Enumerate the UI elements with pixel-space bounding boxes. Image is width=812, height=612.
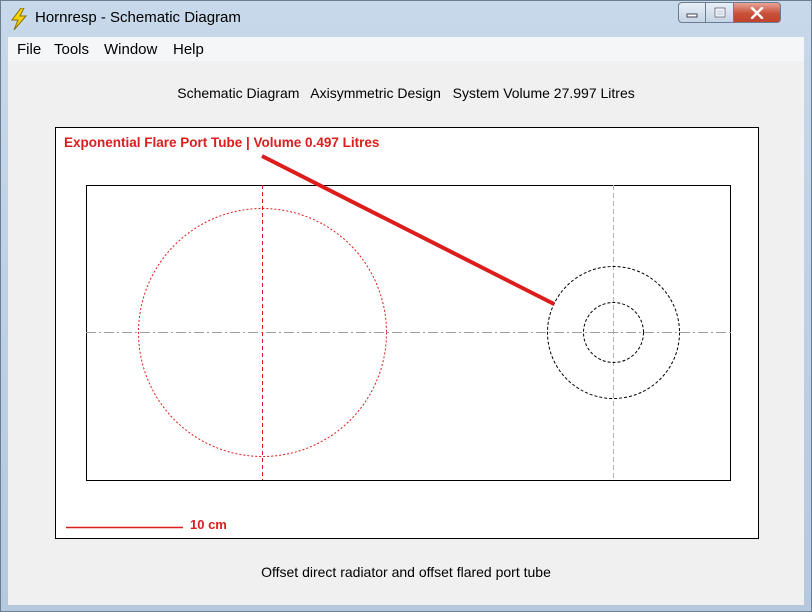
menu-window[interactable]: Window [104, 41, 157, 58]
schematic-drawing: Exponential Flare Port Tube | Volume 0.4… [64, 135, 731, 532]
close-icon [750, 6, 764, 19]
diagram-heading: Schematic Diagram Axisymmetric Design Sy… [177, 85, 635, 101]
application-window: Hornresp - Schematic Diagram File Tools … [0, 0, 812, 612]
client-area: Schematic Diagram Axisymmetric Design Sy… [8, 61, 804, 605]
menu-bar: File Tools Window Help [8, 37, 804, 62]
maximize-icon [714, 7, 725, 18]
maximize-button[interactable] [706, 2, 734, 23]
window-title: Hornresp - Schematic Diagram [35, 9, 241, 26]
diagram-caption: Offset direct radiator and offset flared… [261, 564, 551, 580]
menu-tools[interactable]: Tools [54, 41, 89, 58]
scale-label: 10 cm [190, 517, 227, 532]
close-button[interactable] [734, 2, 781, 23]
lightning-bolt-icon [11, 8, 28, 30]
minimize-button[interactable] [678, 2, 706, 23]
minimize-icon [686, 13, 698, 17]
schematic-canvas: Exponential Flare Port Tube | Volume 0.4… [55, 127, 759, 539]
port-tube-callout: Exponential Flare Port Tube | Volume 0.4… [64, 135, 379, 150]
menu-file[interactable]: File [17, 41, 41, 58]
callout-leader-line [261, 154, 555, 306]
title-bar[interactable]: Hornresp - Schematic Diagram [1, 1, 811, 37]
menu-help[interactable]: Help [173, 41, 204, 58]
